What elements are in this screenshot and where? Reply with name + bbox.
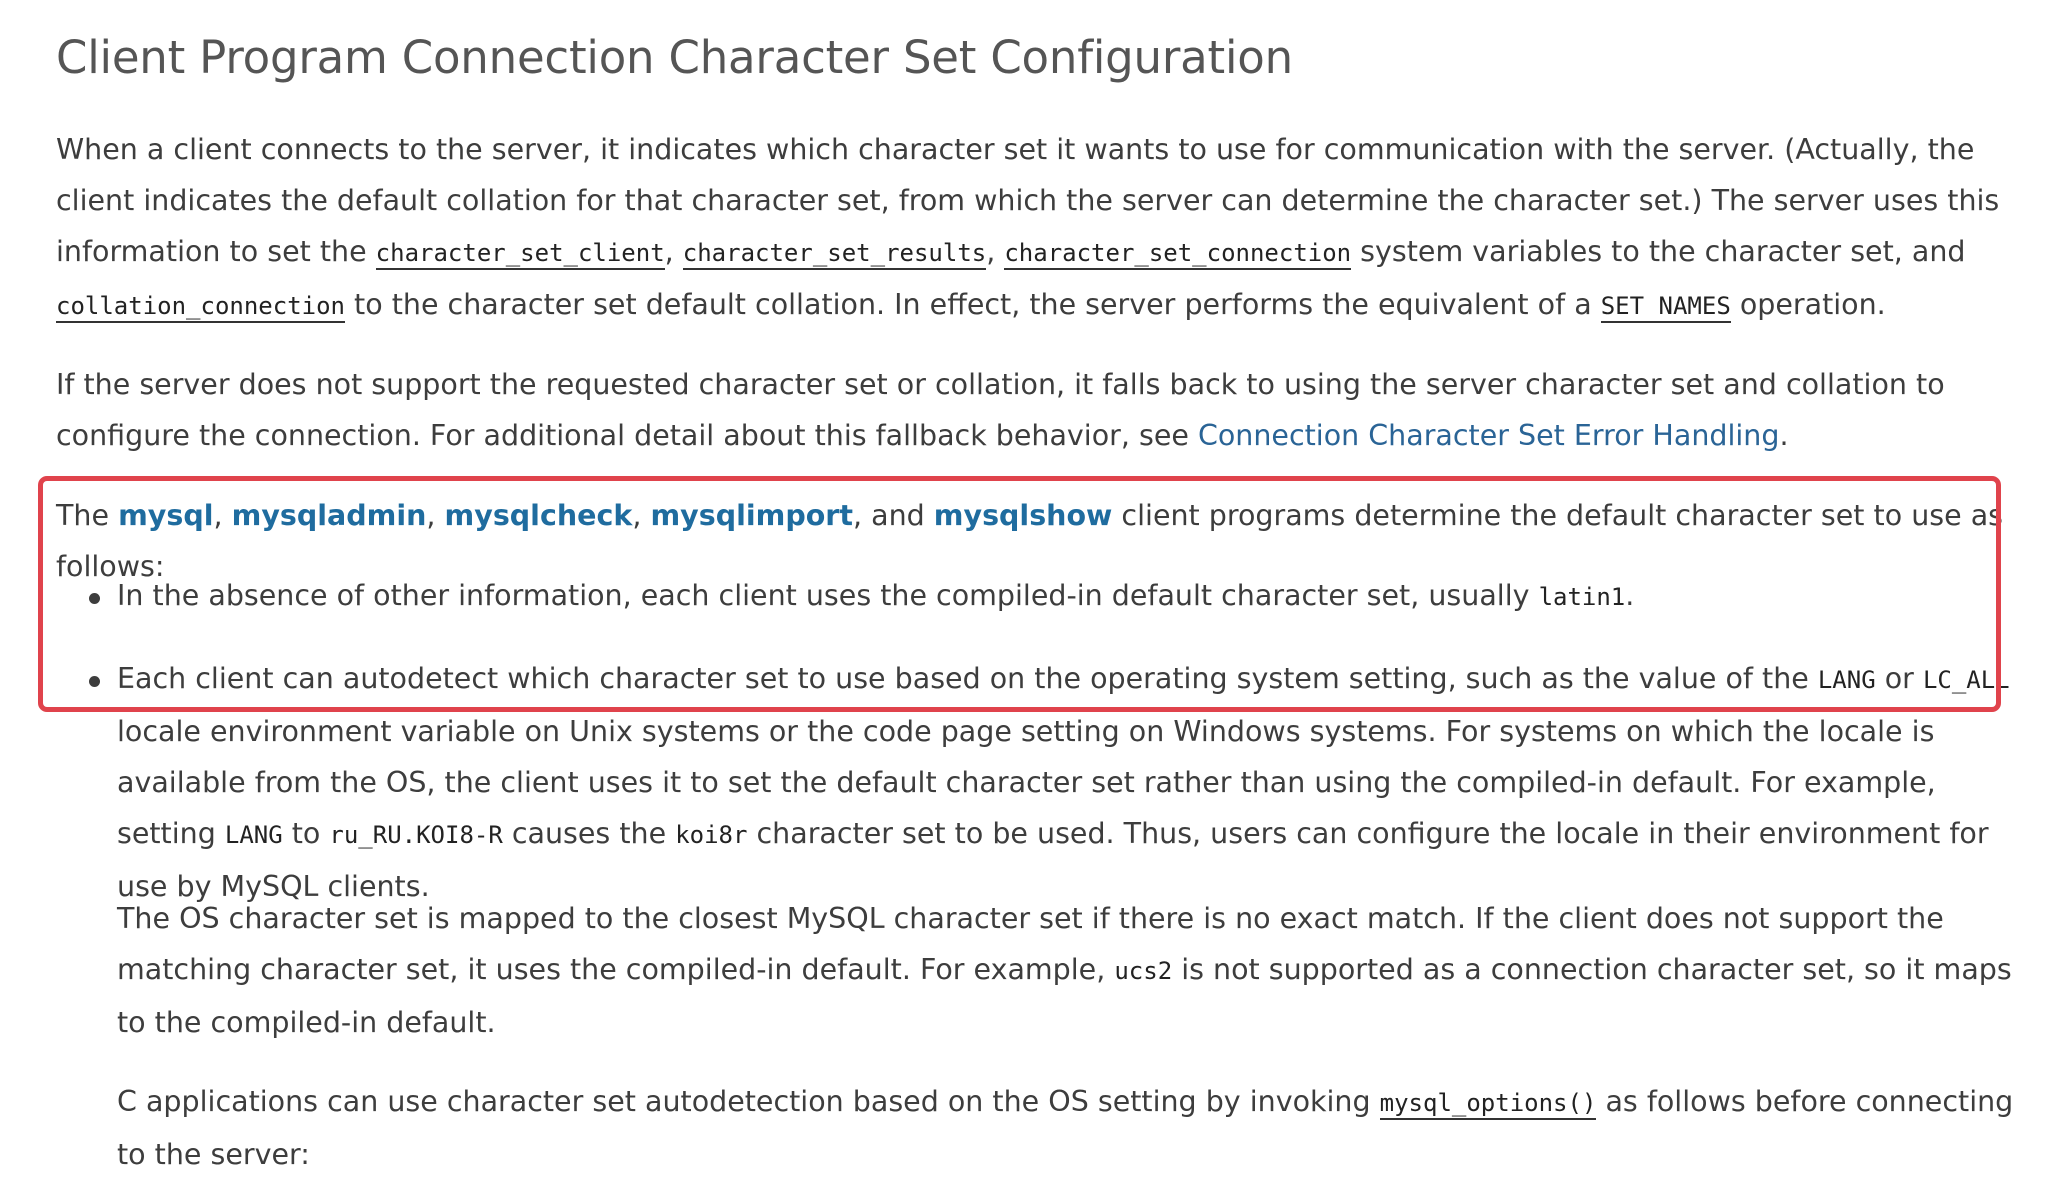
doc-page: Client Program Connection Character Set … [56, 0, 2031, 1180]
paragraph-fallback: If the server does not support the reque… [56, 368, 1945, 452]
program-link-mysqlimport[interactable]: mysqlimport [650, 499, 853, 532]
code-lc-all: LC_ALL [1922, 666, 2010, 694]
paragraph-c-applications: C applications can use character set aut… [117, 1085, 2014, 1171]
paragraph-os-charset-mapping: The OS character set is mapped to the cl… [117, 902, 2012, 1039]
paragraph-client-connects: When a client connects to the server, it… [56, 133, 2000, 323]
program-link-mysqladmin[interactable]: mysqladmin [232, 499, 427, 532]
code-lang: LANG [224, 821, 283, 849]
code-latin1: latin1 [1538, 583, 1626, 611]
list-item-default-charset: In the absence of other information, eac… [117, 579, 1635, 612]
function-link-mysql-options[interactable]: mysql_options() [1379, 1089, 1597, 1120]
var-link-character-set-connection[interactable]: character_set_connection [1004, 239, 1352, 270]
bullet-dot-1 [89, 593, 100, 604]
code-lang: LANG [1817, 666, 1876, 694]
program-link-mysqlcheck[interactable]: mysqlcheck [445, 499, 633, 532]
bullet-dot-2 [89, 676, 100, 687]
link-connection-charset-error-handling[interactable]: Connection Character Set Error Handling [1198, 419, 1780, 452]
var-link-collation-connection[interactable]: collation_connection [56, 292, 345, 323]
program-link-mysql[interactable]: mysql [118, 499, 213, 532]
statement-link-set-names[interactable]: SET NAMES [1600, 292, 1731, 323]
var-link-character-set-results[interactable]: character_set_results [682, 239, 987, 270]
code-ucs2: ucs2 [1114, 957, 1173, 985]
list-item-autodetect: Each client can autodetect which charact… [117, 662, 2010, 903]
code-ru-ru-koi8-r: ru_RU.KOI8-R [329, 821, 503, 849]
program-link-mysqlshow[interactable]: mysqlshow [934, 499, 1113, 532]
code-koi8r: koi8r [675, 821, 748, 849]
var-link-character-set-client[interactable]: character_set_client [375, 239, 665, 270]
page-title: Client Program Connection Character Set … [56, 31, 1293, 84]
